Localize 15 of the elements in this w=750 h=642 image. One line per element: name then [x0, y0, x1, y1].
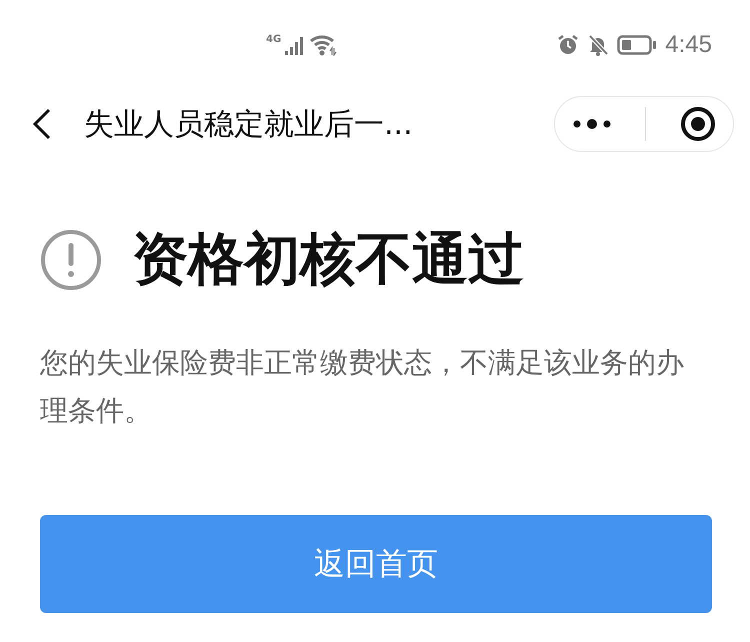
close-icon[interactable] — [680, 106, 716, 142]
warning-icon — [40, 229, 102, 291]
result-message: 您的失业保险费非正常缴费状态，不满足该业务的办理条件。 — [40, 345, 685, 429]
mute-icon — [587, 34, 610, 56]
more-icon[interactable] — [572, 118, 612, 130]
result-title: 资格初核不通过 — [132, 226, 524, 294]
network-type: 4G — [266, 34, 282, 45]
home-button[interactable]: 返回首页 — [40, 515, 712, 613]
alarm-icon — [557, 34, 580, 56]
battery-icon — [617, 34, 658, 56]
clock-time: 4:45 — [665, 31, 712, 59]
back-icon[interactable] — [32, 108, 52, 140]
signal-icon — [285, 36, 306, 56]
page-title: 失业人员稳定就业后一... — [84, 106, 414, 144]
wifi-icon — [309, 34, 338, 56]
